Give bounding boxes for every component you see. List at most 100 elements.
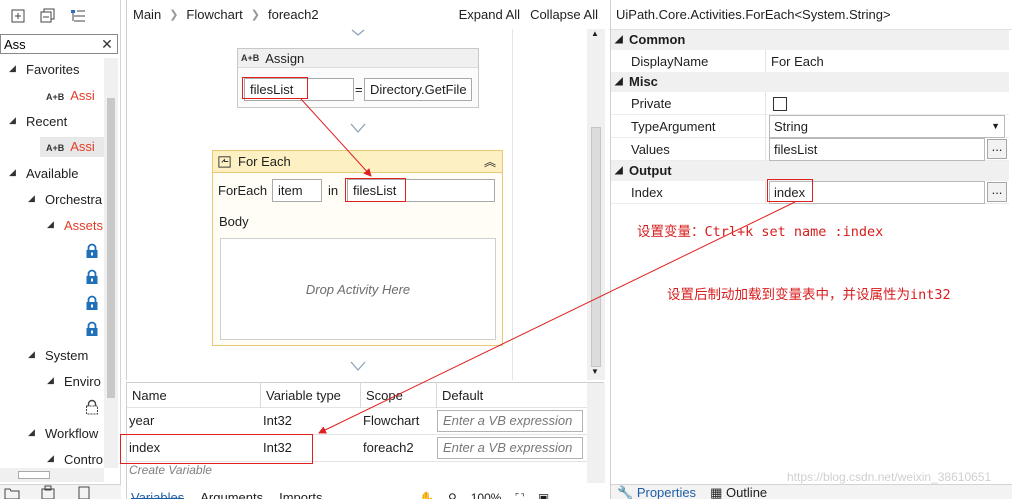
tab-properties[interactable]: 🔧 Properties <box>617 485 696 499</box>
lock-outline-icon[interactable] <box>85 399 99 415</box>
pan-hand-icon[interactable]: ✋ <box>419 487 434 499</box>
tree-vertical-scrollbar[interactable] <box>104 58 118 468</box>
variable-name[interactable]: year <box>129 413 154 428</box>
designer-canvas[interactable]: A+B Assign filesList = Directory.GetFile… <box>127 29 587 380</box>
private-checkbox[interactable] <box>773 97 787 111</box>
collapse-arrow-icon[interactable]: ◢ <box>615 30 623 50</box>
collapse-activity-icon[interactable]: ︽ <box>484 153 496 170</box>
scrollbar-thumb[interactable] <box>591 127 601 367</box>
category-misc[interactable]: ◢ Misc <box>611 72 1009 92</box>
variable-default-field[interactable]: Enter a VB expression <box>437 437 583 459</box>
tree-favorites[interactable]: Favorites <box>26 60 79 80</box>
expand-all-icon[interactable] <box>10 8 26 24</box>
activities-icon[interactable] <box>40 485 56 499</box>
category-common[interactable]: ◢ Common <box>611 30 1009 50</box>
collapse-arrow-icon[interactable]: ◢ <box>28 349 35 360</box>
variable-scope[interactable]: Flowchart <box>363 413 419 428</box>
category-output[interactable]: ◢ Output <box>611 161 1009 181</box>
tree-favorites-assign[interactable]: A+B Assi <box>46 86 104 106</box>
property-row-typeargument[interactable]: TypeArgument String ▼ <box>611 115 1009 138</box>
expand-all-link[interactable]: Expand All <box>459 7 520 22</box>
tab-imports[interactable]: Imports <box>279 487 322 499</box>
variable-scope[interactable]: foreach2 <box>363 440 414 455</box>
type-argument-select[interactable]: String ▼ <box>769 115 1005 138</box>
tree-horizontal-scrollbar[interactable] <box>0 468 104 482</box>
collapse-arrow-icon[interactable]: ◢ <box>615 72 623 92</box>
tab-arguments[interactable]: Arguments <box>200 487 263 499</box>
collapse-arrow-icon[interactable]: ◢ <box>47 219 54 230</box>
lock-icon[interactable] <box>85 243 99 259</box>
values-ellipsis-button[interactable]: ... <box>987 139 1007 159</box>
tree-orchestrator[interactable]: Orchestra <box>45 190 102 210</box>
index-ellipsis-button[interactable]: ... <box>987 182 1007 202</box>
collapse-all-icon[interactable] <box>40 8 56 24</box>
breadcrumb-flowchart[interactable]: Flowchart <box>186 7 242 22</box>
scrollbar-thumb[interactable] <box>18 471 50 479</box>
breadcrumb-foreach2[interactable]: foreach2 <box>268 7 319 22</box>
column-scope[interactable]: Scope <box>361 383 437 408</box>
tree-available[interactable]: Available <box>26 164 79 184</box>
snippets-icon[interactable] <box>76 485 92 499</box>
chevron-down-icon[interactable]: ▼ <box>991 116 1000 137</box>
collapse-all-link[interactable]: Collapse All <box>530 7 598 22</box>
breadcrumb-main[interactable]: Main <box>133 7 161 22</box>
tree-control[interactable]: Contro <box>64 450 103 468</box>
activities-tree: ◢ Favorites A+B Assi ◢ Recent A+B Assi ◢ A… <box>0 58 104 468</box>
tree-workflow[interactable]: Workflow <box>45 424 98 444</box>
zoom-magnifier-icon[interactable]: ⚲ <box>448 487 457 499</box>
collapse-arrow-icon[interactable]: ◢ <box>47 375 54 386</box>
scroll-down-icon[interactable]: ▼ <box>591 367 599 376</box>
values-input[interactable]: filesList <box>769 138 985 161</box>
project-folder-icon[interactable] <box>4 485 20 499</box>
collapse-arrow-icon[interactable]: ◢ <box>9 115 16 126</box>
filter-list-icon[interactable] <box>70 8 86 24</box>
assign-icon: A+B <box>46 92 65 102</box>
column-variable-type[interactable]: Variable type <box>261 383 361 408</box>
activity-search-box[interactable]: ✕ <box>0 34 118 54</box>
variable-type[interactable]: Int32 <box>263 413 292 428</box>
collapse-arrow-icon[interactable]: ◢ <box>9 167 16 178</box>
tree-system[interactable]: System <box>45 346 88 366</box>
flow-connector-icon <box>350 361 366 371</box>
property-row-private[interactable]: Private <box>611 92 1009 115</box>
scroll-up-icon[interactable]: ▲ <box>591 29 599 38</box>
create-variable-link[interactable]: Create Variable <box>129 463 212 477</box>
highlight-box-foreach-values <box>345 178 406 202</box>
property-value[interactable]: For Each <box>771 54 824 69</box>
collapse-arrow-icon[interactable]: ◢ <box>28 193 35 204</box>
column-default[interactable]: Default <box>437 383 587 408</box>
tree-recent-assign[interactable]: A+B Assi <box>40 137 104 157</box>
assign-value-field[interactable]: Directory.GetFile <box>364 78 472 101</box>
lock-icon[interactable] <box>85 269 99 285</box>
property-row-values[interactable]: Values filesList ... <box>611 138 1009 161</box>
collapse-arrow-icon[interactable]: ◢ <box>28 427 35 438</box>
tree-assets[interactable]: Assets <box>64 216 103 236</box>
collapse-arrow-icon[interactable]: ◢ <box>47 453 54 464</box>
lock-icon[interactable] <box>85 295 99 311</box>
tab-variables[interactable]: Variables <box>131 487 185 499</box>
tab-outline[interactable]: ▦ Outline <box>710 485 767 499</box>
property-row-displayname[interactable]: DisplayName For Each <box>611 50 1009 73</box>
designer-vertical-scrollbar[interactable]: ▲ ▼ <box>587 29 605 380</box>
tree-environment[interactable]: Enviro <box>64 372 101 392</box>
variables-scrollbar[interactable] <box>587 383 605 483</box>
collapse-arrow-icon[interactable]: ◢ <box>615 161 623 181</box>
clear-search-icon[interactable]: ✕ <box>99 36 115 53</box>
activity-search-input[interactable] <box>1 36 99 52</box>
lock-icon[interactable] <box>85 321 99 337</box>
variable-default-field[interactable]: Enter a VB expression <box>437 410 583 432</box>
tree-recent[interactable]: Recent <box>26 112 67 132</box>
scrollbar-thumb[interactable] <box>107 98 115 398</box>
properties-title: UiPath.Core.Activities.ForEach<System.St… <box>611 0 1012 30</box>
overview-icon[interactable]: ▣ <box>538 487 549 499</box>
table-row[interactable]: year Int32 Flowchart Enter a VB expressi… <box>127 408 587 435</box>
fit-to-screen-icon[interactable]: ⛶ <box>515 487 523 499</box>
foreach-item-field[interactable]: item <box>272 179 322 202</box>
foreach-body-drop-zone[interactable]: Drop Activity Here <box>220 238 496 340</box>
assign-header[interactable]: A+B Assign <box>238 49 478 68</box>
foreach-header[interactable]: For Each ︽ <box>213 151 502 173</box>
annotation-note-1: 设置变量：Ctrl+k set name :index <box>637 224 884 240</box>
collapse-arrow-icon[interactable]: ◢ <box>9 63 16 74</box>
column-name[interactable]: Name <box>127 383 261 408</box>
zoom-level[interactable]: 100% <box>471 487 502 499</box>
